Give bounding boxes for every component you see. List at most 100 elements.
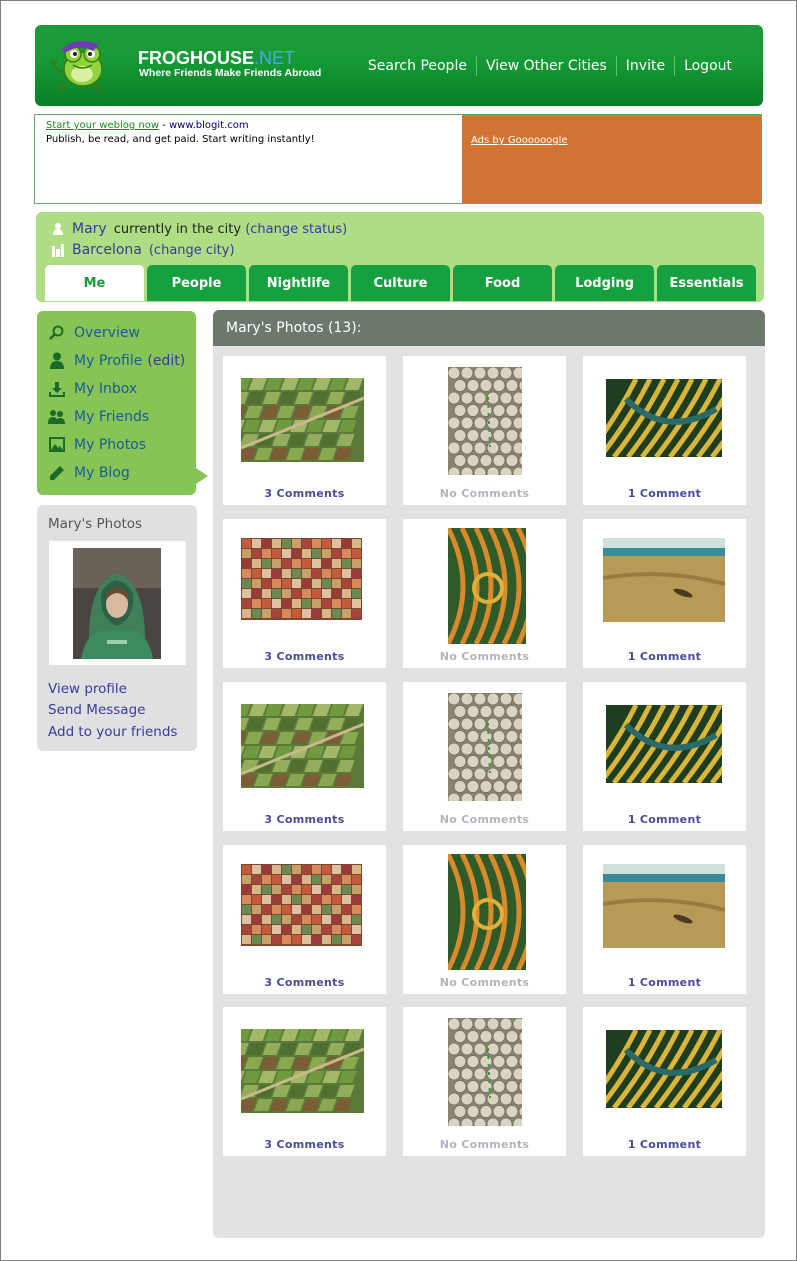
change-city-link[interactable]: (change city) xyxy=(149,243,235,258)
photo-card[interactable]: 1 Comment xyxy=(583,1007,746,1156)
city-line: Barcelona (change city) xyxy=(51,242,235,258)
photo-comments-link[interactable]: No Comments xyxy=(403,487,566,500)
photo-comments-link[interactable]: 1 Comment xyxy=(583,487,746,500)
nav-view-other-cities[interactable]: View Other Cities xyxy=(477,58,616,74)
pencil-icon xyxy=(48,464,65,481)
photo-comments-link[interactable]: 3 Comments xyxy=(223,1138,386,1151)
user-icon xyxy=(53,223,63,235)
sidebar-item-overview[interactable]: Overview xyxy=(48,324,140,341)
magnifier-icon xyxy=(48,324,65,341)
photo-card[interactable]: No Comments xyxy=(403,356,566,505)
nav-invite[interactable]: Invite xyxy=(617,58,674,74)
nav-search-people[interactable]: Search People xyxy=(359,58,476,74)
photo-thumbnail[interactable] xyxy=(448,367,522,475)
photo-card[interactable]: 1 Comment xyxy=(583,845,746,994)
sidebar-item-inbox[interactable]: My Inbox xyxy=(48,380,137,397)
friends-icon xyxy=(48,408,65,425)
photo-comments-link[interactable]: 1 Comment xyxy=(583,976,746,989)
ad-url[interactable]: www.blogit.com xyxy=(169,120,249,131)
profile-photo-frame xyxy=(49,541,186,665)
photo-card[interactable]: 1 Comment xyxy=(583,356,746,505)
photo-thumbnail[interactable] xyxy=(241,1029,364,1113)
profile-edit-link[interactable]: (edit) xyxy=(147,353,185,369)
profile-box: Mary's Photos View profile Send Message … xyxy=(37,505,197,751)
status-text: currently in the city xyxy=(113,221,242,237)
photo-thumbnail[interactable] xyxy=(606,1030,722,1108)
photo-thumbnail[interactable] xyxy=(448,854,526,970)
photo-comments-link[interactable]: 1 Comment xyxy=(583,1138,746,1151)
user-status-line: Mary currently in the city (change statu… xyxy=(51,221,347,237)
frog-logo-icon xyxy=(50,40,103,93)
profile-photo[interactable] xyxy=(73,548,161,659)
brand-name: FROGHOUSE.NET xyxy=(138,48,296,68)
main-tabs: Me People Nightlife Culture Food Lodging… xyxy=(45,265,756,301)
photo-card[interactable]: No Comments xyxy=(403,519,566,668)
ad-panel: Ads by Goooooogle xyxy=(462,115,761,203)
top-nav: Search People View Other Cities Invite L… xyxy=(359,56,741,76)
city-icon xyxy=(52,244,64,257)
site-header: FROGHOUSE.NET Where Friends Make Friends… xyxy=(35,25,763,106)
tab-me[interactable]: Me xyxy=(45,265,144,301)
photo-card[interactable]: 3 Comments xyxy=(223,519,386,668)
photo-card[interactable]: 3 Comments xyxy=(223,682,386,831)
photos-panel-title: Mary's Photos (13): xyxy=(213,310,765,346)
change-status-link[interactable]: (change status) xyxy=(245,222,347,237)
photo-thumbnail[interactable] xyxy=(606,705,722,783)
photo-thumbnail[interactable] xyxy=(606,379,722,457)
photo-thumbnail[interactable] xyxy=(448,1018,522,1126)
photo-card[interactable]: No Comments xyxy=(403,1007,566,1156)
user-name[interactable]: Mary xyxy=(72,221,107,237)
photo-thumbnail[interactable] xyxy=(448,693,522,801)
add-friend-link[interactable]: Add to your friends xyxy=(48,724,177,740)
tab-people[interactable]: People xyxy=(147,265,246,301)
tab-food[interactable]: Food xyxy=(453,265,552,301)
photo-comments-link[interactable]: No Comments xyxy=(403,976,566,989)
photo-card[interactable]: 3 Comments xyxy=(223,845,386,994)
photo-thumbnail[interactable] xyxy=(241,378,364,462)
sidebar-item-photos[interactable]: My Photos xyxy=(48,436,146,453)
ads-by-google-link[interactable]: Ads by Goooooogle xyxy=(471,135,568,146)
inbox-download-icon xyxy=(48,380,65,397)
photo-comments-link[interactable]: No Comments xyxy=(403,650,566,663)
photo-comments-link[interactable]: No Comments xyxy=(403,813,566,826)
photo-comments-link[interactable]: 3 Comments xyxy=(223,976,386,989)
ad-title-link[interactable]: Start your weblog now xyxy=(46,120,159,131)
send-message-link[interactable]: Send Message xyxy=(48,702,145,718)
ad-text-block: Start your weblog now - www.blogit.com P… xyxy=(35,115,462,203)
photo-comments-link[interactable]: 1 Comment xyxy=(583,650,746,663)
photo-card[interactable]: 1 Comment xyxy=(583,682,746,831)
sidebar-item-profile[interactable]: My Profile (edit) xyxy=(48,352,185,369)
tab-lodging[interactable]: Lodging xyxy=(555,265,654,301)
photo-thumbnail[interactable] xyxy=(448,528,526,644)
photo-comments-link[interactable]: 3 Comments xyxy=(223,813,386,826)
ad-banner: Start your weblog now - www.blogit.com P… xyxy=(34,114,762,204)
nav-logout[interactable]: Logout xyxy=(675,58,741,74)
photo-card[interactable]: 3 Comments xyxy=(223,1007,386,1156)
city-name[interactable]: Barcelona xyxy=(72,242,142,258)
brand-tagline: Where Friends Make Friends Abroad xyxy=(139,67,322,79)
photo-comments-link[interactable]: 1 Comment xyxy=(583,813,746,826)
photos-panel: Mary's Photos (13): 3 Comments No Comment… xyxy=(213,310,765,1238)
tab-nightlife[interactable]: Nightlife xyxy=(249,265,348,301)
photo-thumbnail[interactable] xyxy=(241,864,362,946)
photo-thumbnail[interactable] xyxy=(603,538,725,622)
photo-card[interactable]: No Comments xyxy=(403,845,566,994)
sidebar-item-friends[interactable]: My Friends xyxy=(48,408,149,425)
profile-box-title: Mary's Photos xyxy=(48,516,143,532)
photo-card[interactable]: No Comments xyxy=(403,682,566,831)
photo-comments-link[interactable]: 3 Comments xyxy=(223,487,386,500)
photo-comments-link[interactable]: 3 Comments xyxy=(223,650,386,663)
sidebar-menu: Overview My Profile (edit) My Inbox My F… xyxy=(37,311,208,495)
photo-thumbnail[interactable] xyxy=(241,538,362,620)
sidebar-item-blog[interactable]: My Blog xyxy=(48,464,130,481)
tab-essentials[interactable]: Essentials xyxy=(657,265,756,301)
tab-culture[interactable]: Culture xyxy=(351,265,450,301)
photo-card[interactable]: 1 Comment xyxy=(583,519,746,668)
photo-card[interactable]: 3 Comments xyxy=(223,356,386,505)
photo-thumbnail[interactable] xyxy=(603,864,725,948)
photo-comments-link[interactable]: No Comments xyxy=(403,1138,566,1151)
person-icon xyxy=(48,352,65,369)
active-item-pointer xyxy=(196,468,208,484)
view-profile-link[interactable]: View profile xyxy=(48,681,127,697)
photo-thumbnail[interactable] xyxy=(241,704,364,788)
